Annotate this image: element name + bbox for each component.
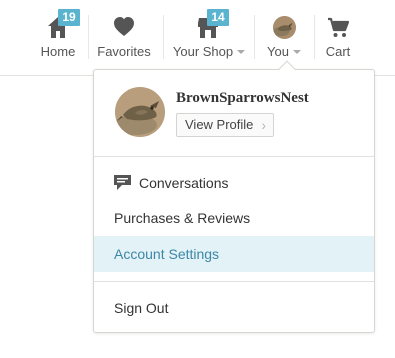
nav-cart-label: Cart [325, 44, 351, 59]
avatar-image [115, 87, 165, 137]
chevron-down-icon [292, 49, 301, 54]
menu-item-account-settings[interactable]: Account Settings [94, 236, 374, 272]
cart-icon [328, 17, 349, 37]
menu-item-label: Account Settings [114, 246, 220, 262]
menu-item-conversations[interactable]: Conversations [94, 165, 374, 201]
view-profile-label: View Profile [185, 117, 254, 132]
profile-header: BrownSparrowsNest View Profile › [94, 70, 374, 156]
nav-home-label: Home [40, 44, 76, 59]
speech-bubble-icon [114, 174, 131, 190]
menu-item-label: Conversations [139, 175, 229, 191]
menu-item-label: Sign Out [114, 300, 169, 316]
divider [94, 156, 374, 157]
nav-you-text: You [267, 44, 289, 59]
menu-item-purchases-reviews[interactable]: Purchases & Reviews [94, 200, 374, 236]
nav-separator [163, 15, 164, 59]
nav-separator [254, 15, 255, 59]
shop-name[interactable]: BrownSparrowsNest [176, 90, 309, 107]
menu-item-sign-out[interactable]: Sign Out [94, 290, 374, 326]
nav-you-label: You [260, 44, 308, 59]
nav-your-shop[interactable]: 14 Your Shop [170, 0, 248, 76]
nav-separator [314, 15, 315, 59]
account-dropdown: BrownSparrowsNest View Profile › Convers… [93, 69, 375, 333]
nav-favorites-label: Favorites [97, 44, 151, 59]
avatar [273, 16, 296, 39]
profile-avatar[interactable] [115, 87, 165, 137]
nav-your-shop-text: Your Shop [172, 44, 234, 59]
avatar-image [273, 16, 296, 39]
menu-item-label: Purchases & Reviews [114, 210, 251, 226]
nav-separator [88, 15, 89, 59]
nav-home[interactable]: 19 Home [28, 0, 88, 76]
divider [94, 281, 374, 282]
view-profile-button[interactable]: View Profile › [176, 113, 274, 137]
nav-cart[interactable]: Cart [318, 0, 358, 76]
nav-your-shop-label: Your Shop [170, 44, 248, 59]
top-nav: 19 Home Favorites 14 Your Shop You Cart [0, 0, 395, 76]
chevron-right-icon: › [261, 117, 266, 133]
shop-badge: 14 [207, 9, 229, 26]
heart-icon [114, 17, 134, 36]
home-badge: 19 [58, 9, 80, 26]
chevron-down-icon [237, 49, 246, 54]
nav-favorites[interactable]: Favorites [92, 0, 156, 76]
